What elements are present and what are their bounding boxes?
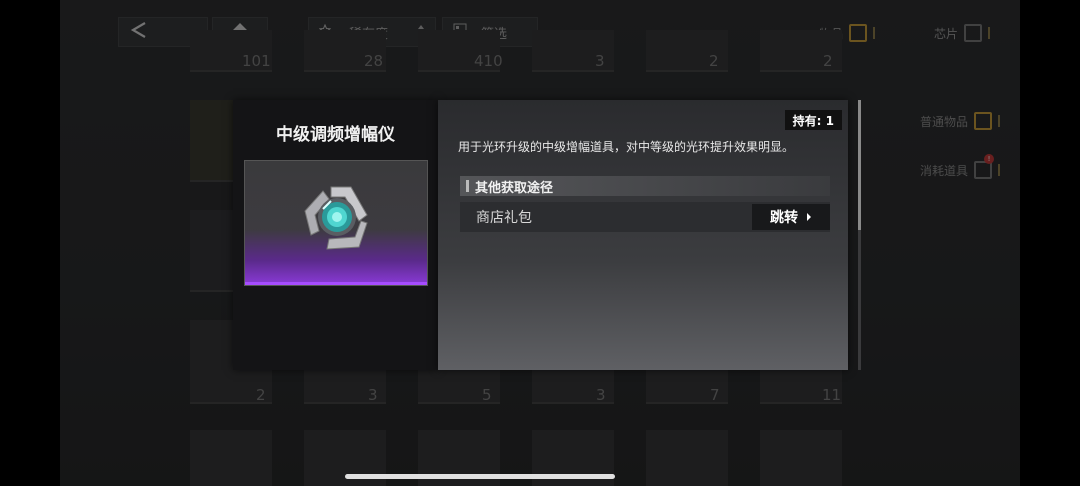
caret-right-icon (806, 209, 812, 225)
description-scrollbar[interactable] (858, 100, 861, 370)
scrollbar-thumb[interactable] (858, 100, 861, 230)
item-image (244, 160, 428, 286)
owned-count-badge: 持有: 1 (784, 110, 842, 130)
section-marker (466, 180, 469, 192)
item-name: 中级调频增幅仪 (276, 125, 395, 145)
source-label: 商店礼包 (476, 210, 532, 226)
item-description: 用于光环升级的中级增幅道具，对中等级的光环提升效果明显。 (458, 140, 795, 154)
amplifier-device-icon (304, 186, 368, 250)
home-indicator[interactable] (345, 474, 615, 479)
jump-button[interactable]: 跳转 (752, 204, 830, 230)
rarity-glow-bar (245, 282, 427, 285)
game-screen: 稀有度 筛选 物品 芯片 101 28 (60, 0, 1020, 486)
source-row: 商店礼包 跳转 (460, 202, 830, 232)
section-title: 其他获取途径 (475, 180, 554, 196)
item-detail-right-panel: 持有: 1 用于光环升级的中级增幅道具，对中等级的光环提升效果明显。 其他获取途… (438, 100, 848, 370)
jump-label: 跳转 (770, 210, 798, 226)
item-detail-left-panel: 中级调频增幅仪 (233, 100, 438, 370)
acquire-section-header: 其他获取途径 (460, 176, 830, 196)
